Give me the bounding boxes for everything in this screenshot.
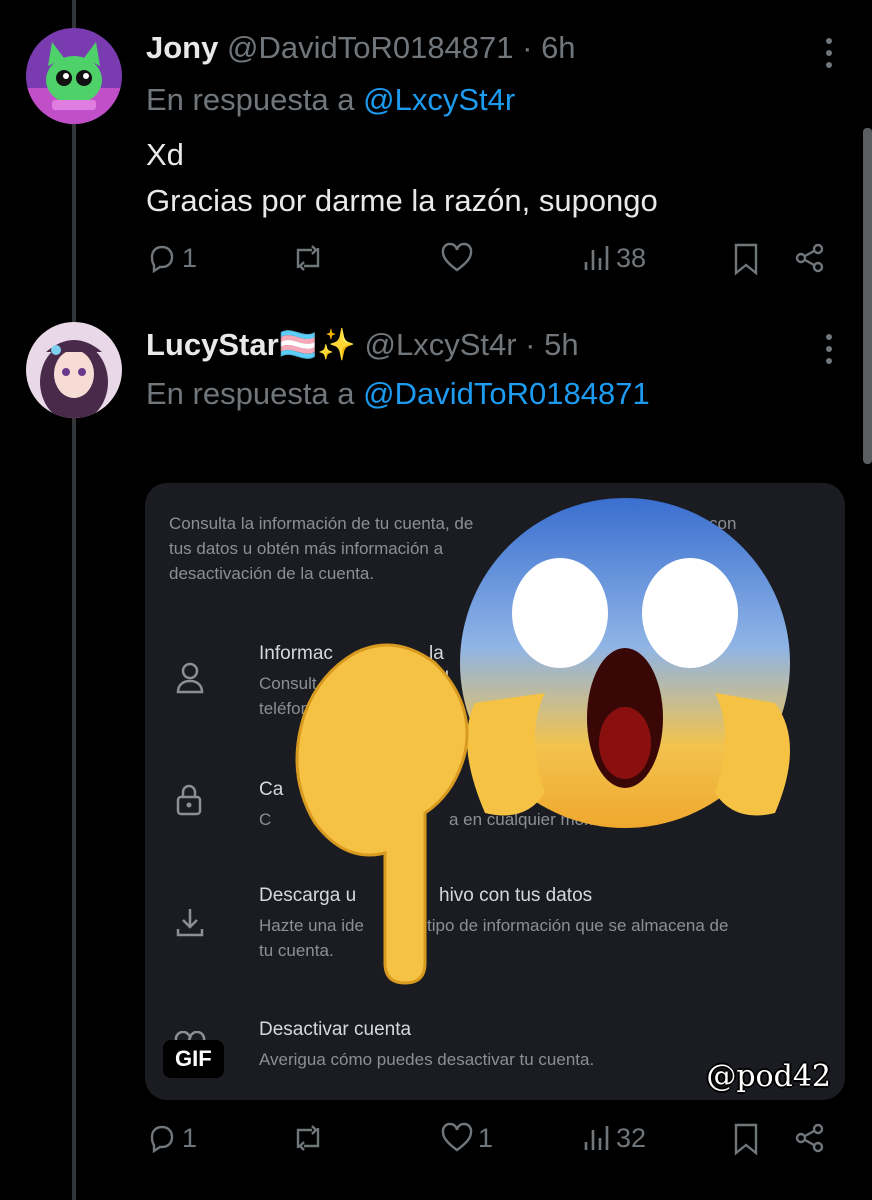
tweet-text-line: Xd <box>146 137 184 172</box>
handle-time[interactable]: @LxcySt4r · 5h <box>364 327 578 362</box>
reply-count: 1 <box>182 1122 198 1153</box>
tweet-header: Jony @DavidToR0184871 · 6h <box>146 30 576 66</box>
person-icon <box>176 662 204 694</box>
views-count: 32 <box>616 1122 647 1153</box>
action-bar: 1 38 <box>0 242 872 282</box>
action-bar: 1 1 32 <box>0 1122 872 1162</box>
download-icon <box>176 909 204 937</box>
reply-prefix: En respuesta a <box>146 376 355 411</box>
views-button[interactable]: 38 <box>582 242 646 274</box>
bookmark-icon <box>734 243 758 276</box>
heart-icon <box>441 1122 473 1152</box>
intro-line: Consulta la información de tu cuenta, de <box>169 514 474 533</box>
media-item-desc: Averigua cómo puedes desactivar tu cuent… <box>259 1050 595 1069</box>
share-button[interactable] <box>794 242 826 274</box>
like-button[interactable] <box>440 242 474 274</box>
display-name[interactable]: Jony <box>146 30 218 65</box>
bookmark-button[interactable] <box>732 242 760 276</box>
avatar[interactable] <box>26 322 122 418</box>
repost-button[interactable] <box>290 1122 326 1154</box>
heart-icon <box>441 242 473 272</box>
views-icon <box>584 1126 609 1150</box>
views-icon <box>584 246 609 270</box>
bookmark-icon <box>734 1123 758 1156</box>
gif-badge: GIF <box>163 1040 224 1078</box>
reply-icon <box>150 245 174 274</box>
avatar[interactable] <box>26 28 122 124</box>
lock-icon <box>176 784 202 816</box>
watermark: @pod42 <box>706 1059 831 1094</box>
reply-button[interactable]: 1 <box>146 242 197 274</box>
media-item-desc-part: C <box>259 810 272 829</box>
reply-icon <box>150 1125 174 1154</box>
reply-prefix: En respuesta a <box>146 82 355 117</box>
media-item-title: Desactivar cuenta <box>259 1019 412 1040</box>
more-options-icon[interactable] <box>824 334 834 364</box>
display-name[interactable]: LucyStar🏳️‍⚧️✨ <box>146 327 356 362</box>
share-icon <box>795 1123 824 1153</box>
tweet-jony[interactable]: Jony @DavidToR0184871 · 6h En respuesta … <box>0 0 872 300</box>
handle-time[interactable]: @DavidToR0184871 · 6h <box>227 30 576 65</box>
intro-line: desactivación de la cuenta. <box>169 564 375 583</box>
more-options-icon[interactable] <box>824 38 834 68</box>
views-button[interactable]: 32 <box>582 1122 646 1154</box>
like-button[interactable]: 1 <box>440 1122 493 1154</box>
tweet-text: Xd Gracias por darme la razón, supongo <box>146 132 658 224</box>
tweet-header: LucyStar🏳️‍⚧️✨ @LxcySt4r · 5h <box>146 326 579 363</box>
reply-mention[interactable]: @LxcySt4r <box>363 82 515 117</box>
repost-icon <box>296 1125 320 1151</box>
repost-icon <box>296 245 320 271</box>
reply-mention[interactable]: @DavidToR0184871 <box>363 376 650 411</box>
tweet-media-gif[interactable]: Consulta la información de tu cuenta, de… <box>145 483 845 1100</box>
bookmark-button[interactable] <box>732 1122 760 1156</box>
reply-count: 1 <box>182 242 198 273</box>
intro-line: tus datos u obtén más información a <box>169 539 444 558</box>
reply-context: En respuesta a @DavidToR0184871 <box>146 376 650 412</box>
share-icon <box>795 243 824 273</box>
views-count: 38 <box>616 242 647 273</box>
reply-button[interactable]: 1 <box>146 1122 197 1154</box>
share-button[interactable] <box>794 1122 826 1154</box>
repost-button[interactable] <box>290 242 326 274</box>
like-count: 1 <box>478 1122 494 1153</box>
reply-context: En respuesta a @LxcySt4r <box>146 82 515 118</box>
tweet-text-line: Gracias por darme la razón, supongo <box>146 183 658 218</box>
pointing-down-hand-emoji <box>295 643 469 985</box>
